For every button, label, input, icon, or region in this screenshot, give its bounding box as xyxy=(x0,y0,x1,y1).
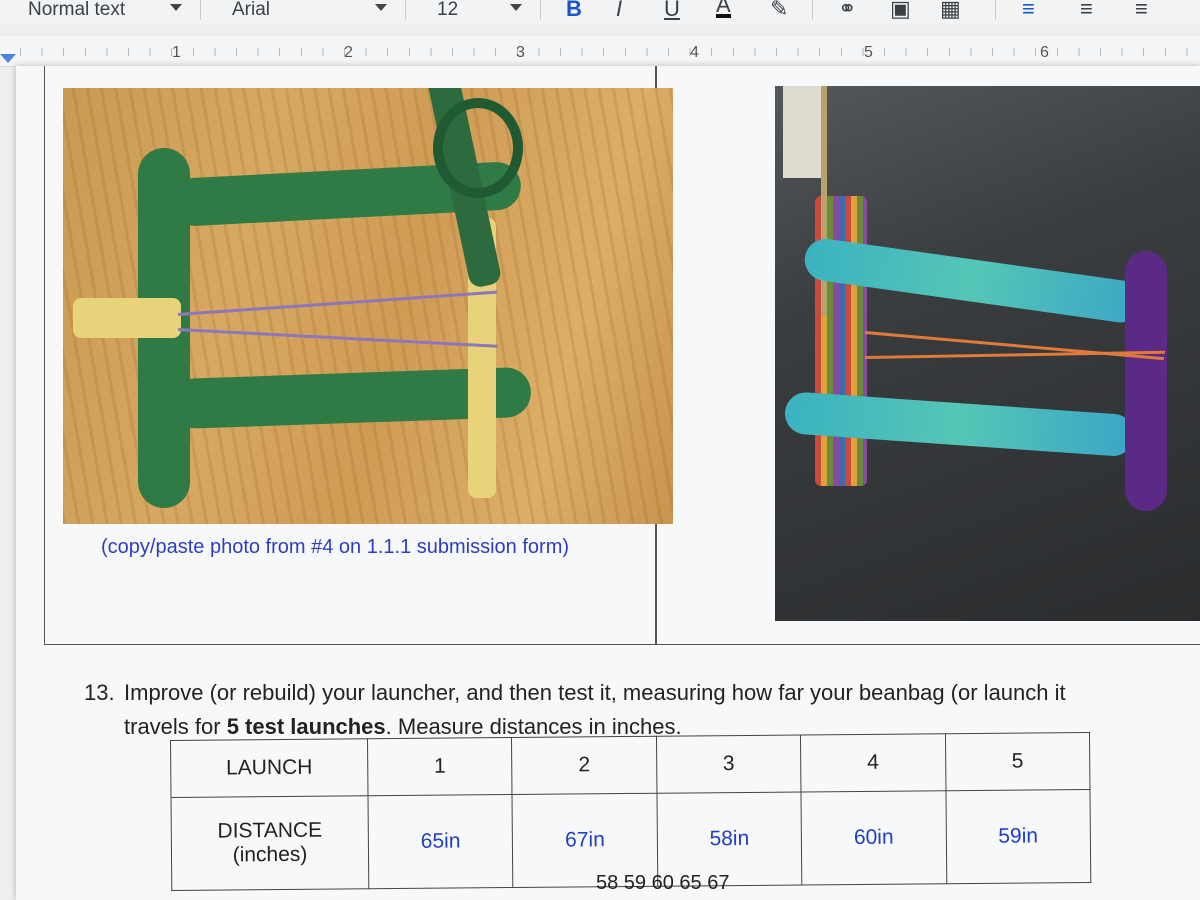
row-label-unit: (inches) xyxy=(232,842,308,867)
style-dropdown[interactable]: Normal text xyxy=(28,0,125,22)
formatting-toolbar: Normal text Arial 12 B I U A ✎ ⚭ ▣ ▦ ≡ ≡… xyxy=(0,0,1200,24)
link-icon[interactable]: ⚭ xyxy=(838,0,856,22)
toolbar-divider xyxy=(405,0,406,20)
image-icon[interactable]: ▦ xyxy=(940,0,961,22)
table-cell[interactable]: 60in xyxy=(801,790,947,885)
table-cell[interactable]: 59in xyxy=(945,789,1091,884)
question-number: 13. xyxy=(84,680,115,705)
skewer xyxy=(821,86,827,316)
document-page[interactable]: (copy/paste photo from #4 on 1.1.1 submi… xyxy=(16,66,1200,900)
sorted-distances-text[interactable]: 58 59 60 65 67 xyxy=(596,872,729,895)
pencil-icon[interactable]: ✎ xyxy=(770,0,788,22)
launcher-photo-dark[interactable] xyxy=(775,86,1200,621)
chevron-down-icon[interactable] xyxy=(510,4,522,11)
ruler-mark: 5 xyxy=(864,44,873,61)
question-text: travels for xyxy=(124,714,227,739)
ruler-mark: 1 xyxy=(172,44,181,61)
stick xyxy=(1125,251,1167,511)
ruler[interactable]: 1 2 3 4 5 6 xyxy=(0,36,1200,67)
toolbar-divider xyxy=(995,0,996,20)
table-header-cell[interactable]: 3 xyxy=(656,734,802,794)
toolbar-divider xyxy=(540,0,541,20)
launch-results-table: LAUNCH 1 2 3 4 5 DISTANCE (inches) 65in 6… xyxy=(170,732,1091,891)
question-text: Improve (or rebuild) your launcher, and … xyxy=(124,680,1066,705)
ruler-ticks xyxy=(20,48,1200,56)
italic-button[interactable]: I xyxy=(616,0,622,22)
photo-table: (copy/paste photo from #4 on 1.1.1 submi… xyxy=(44,66,1200,645)
align-left-icon[interactable]: ≡ xyxy=(1022,0,1035,22)
launcher-photo-wood[interactable] xyxy=(63,88,673,524)
table-cell[interactable]: 65in xyxy=(367,794,514,889)
photo-caption: (copy/paste photo from #4 on 1.1.1 submi… xyxy=(101,536,570,558)
align-right-icon[interactable]: ≡ xyxy=(1135,0,1148,22)
table-header-cell[interactable]: 4 xyxy=(800,733,946,792)
underline-button[interactable]: U xyxy=(664,0,680,22)
indent-marker-icon[interactable] xyxy=(0,54,16,63)
table-header-cell[interactable]: LAUNCH xyxy=(170,738,368,798)
bottle-cap xyxy=(433,98,523,198)
question-emphasis: 5 test launches xyxy=(226,714,386,739)
row-label: DISTANCE xyxy=(217,818,323,843)
chevron-down-icon[interactable] xyxy=(375,4,387,11)
stick xyxy=(73,298,181,338)
tape xyxy=(783,86,823,178)
align-center-icon[interactable]: ≡ xyxy=(1080,0,1093,22)
ruler-mark: 6 xyxy=(1040,44,1049,61)
font-dropdown[interactable]: Arial xyxy=(232,0,270,22)
table-header-cell[interactable]: 2 xyxy=(511,736,657,795)
ruler-mark: 2 xyxy=(344,44,353,61)
comment-icon[interactable]: ▣ xyxy=(890,0,911,22)
table-row: LAUNCH 1 2 3 4 5 xyxy=(170,732,1090,798)
row-label-cell[interactable]: DISTANCE (inches) xyxy=(171,795,369,891)
text-color-button[interactable]: A xyxy=(716,0,731,18)
bold-button[interactable]: B xyxy=(566,0,582,22)
toolbar-divider xyxy=(812,0,813,20)
table-header-cell[interactable]: 1 xyxy=(367,737,513,796)
chevron-down-icon[interactable] xyxy=(170,4,182,11)
ruler-mark: 3 xyxy=(516,44,525,61)
font-size-dropdown[interactable]: 12 xyxy=(437,0,458,22)
toolbar-divider xyxy=(200,0,201,20)
table-header-cell[interactable]: 5 xyxy=(945,732,1090,791)
ruler-mark: 4 xyxy=(690,44,699,61)
